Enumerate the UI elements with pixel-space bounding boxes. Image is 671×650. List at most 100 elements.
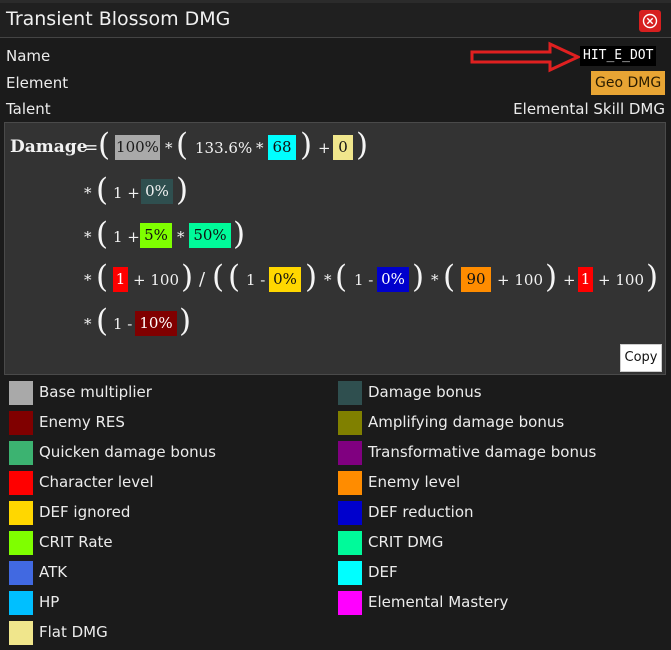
title-bar: Transient Blossom DMG [0,3,671,37]
plus-hundred: + 100 [133,271,179,289]
paren-close: ) [545,259,558,295]
op-multiply: * [431,271,439,289]
op-divide: / [199,269,206,290]
close-icon [642,13,658,29]
legend-swatch [338,501,362,525]
legend-label: Damage bonus [368,383,482,401]
element-label: Element [6,74,69,92]
one-plus: 1 + [113,184,140,202]
paren-open: ( [98,127,111,163]
paren-open: ( [212,259,225,295]
op-multiply: * [84,228,92,246]
paren-close: ) [646,259,659,295]
legend-swatch [338,561,362,585]
legend-label: CRIT Rate [39,533,113,551]
equals-sign: = [84,138,99,158]
legend-swatch [9,621,33,645]
paren-close: ) [179,303,192,339]
legend-swatch [9,591,33,615]
legend-swatch [9,441,33,465]
crit-dmg-box: 50% [189,223,231,248]
def-box: 68 [268,135,296,160]
legend-label: ATK [39,563,68,581]
legend-swatch [9,561,33,585]
paren-close: ) [356,127,369,163]
one-minus: 1 - [246,271,266,289]
one-minus: 1 - [354,271,374,289]
name-label: Name [6,47,51,65]
one-minus: 1 - [113,315,133,333]
op-multiply: * [256,139,264,157]
op-multiply: * [84,184,92,202]
legend-label: DEF reduction [368,503,474,521]
copy-button[interactable]: Copy [620,344,662,372]
plus-hundred: + 100 [598,271,644,289]
legend-label: HP [39,593,60,611]
damage-label: Damage [10,137,88,157]
paren-open: ( [96,216,109,252]
paren-open: ( [96,303,109,339]
name-value: HIT_E_DOT [580,46,657,66]
paren-close: ) [412,259,425,295]
paren-close: ) [181,259,194,295]
paren-open: ( [335,259,348,295]
talent-label: Talent [6,100,51,118]
def-reduction-box: 0% [377,267,409,292]
legend-label: Quicken damage bonus [39,443,216,461]
op-multiply: * [84,271,92,289]
enemy-level-box: 90 [461,267,491,292]
legend-swatch [338,441,362,465]
legend-label: Character level [39,473,154,491]
talent-value: Elemental Skill DMG [513,100,665,118]
paren-close: ) [176,172,189,208]
op-multiply: * [177,228,185,246]
character-level-box: 1 [578,267,593,292]
legend-swatch [338,411,362,435]
paren-close: ) [305,259,318,295]
legend-label: CRIT DMG [368,533,444,551]
paren-close: ) [233,216,246,252]
one-plus: 1 + [113,228,140,246]
legend-label: Transformative damage bonus [368,443,597,461]
def-ignored-box: 0% [269,267,301,292]
op-multiply: * [324,271,332,289]
window-title: Transient Blossom DMG [6,8,231,30]
paren-open: ( [96,172,109,208]
damage-bonus-box: 0% [141,179,173,204]
talent-coefficient: 133.6% [195,139,253,157]
op-plus: + [563,271,576,289]
crit-rate-box: 5% [140,223,172,248]
legend-swatch [9,471,33,495]
title-separator [0,37,671,38]
close-button[interactable] [639,10,661,32]
base-multiplier-box: 100% [115,135,160,160]
legend-label: Flat DMG [39,623,108,641]
arrow-icon [470,41,582,73]
paren-open: ( [96,259,109,295]
legend-label: Amplifying damage bonus [368,413,565,431]
legend-label: Enemy level [368,473,461,491]
legend-label: Base multiplier [39,383,152,401]
legend-swatch [338,531,362,555]
paren-open: ( [443,259,456,295]
legend-label: Enemy RES [39,413,125,431]
flat-dmg-box: 0 [333,135,353,160]
legend-label: DEF [368,563,398,581]
op-multiply: * [84,315,92,333]
legend-swatch [9,381,33,405]
character-level-box: 1 [113,267,128,292]
legend-swatch [338,381,362,405]
paren-close: ) [300,127,313,163]
legend-swatch [9,501,33,525]
legend-swatch [9,531,33,555]
op-multiply: * [165,139,173,157]
enemy-res-box: 10% [135,311,177,336]
legend-swatch [9,411,33,435]
element-badge: Geo DMG [591,71,666,95]
legend-swatch [338,471,362,495]
legend-swatch [338,591,362,615]
op-plus: + [318,139,331,157]
paren-open: ( [228,259,241,295]
legend-label: Elemental Mastery [368,593,509,611]
paren-open: ( [176,127,189,163]
